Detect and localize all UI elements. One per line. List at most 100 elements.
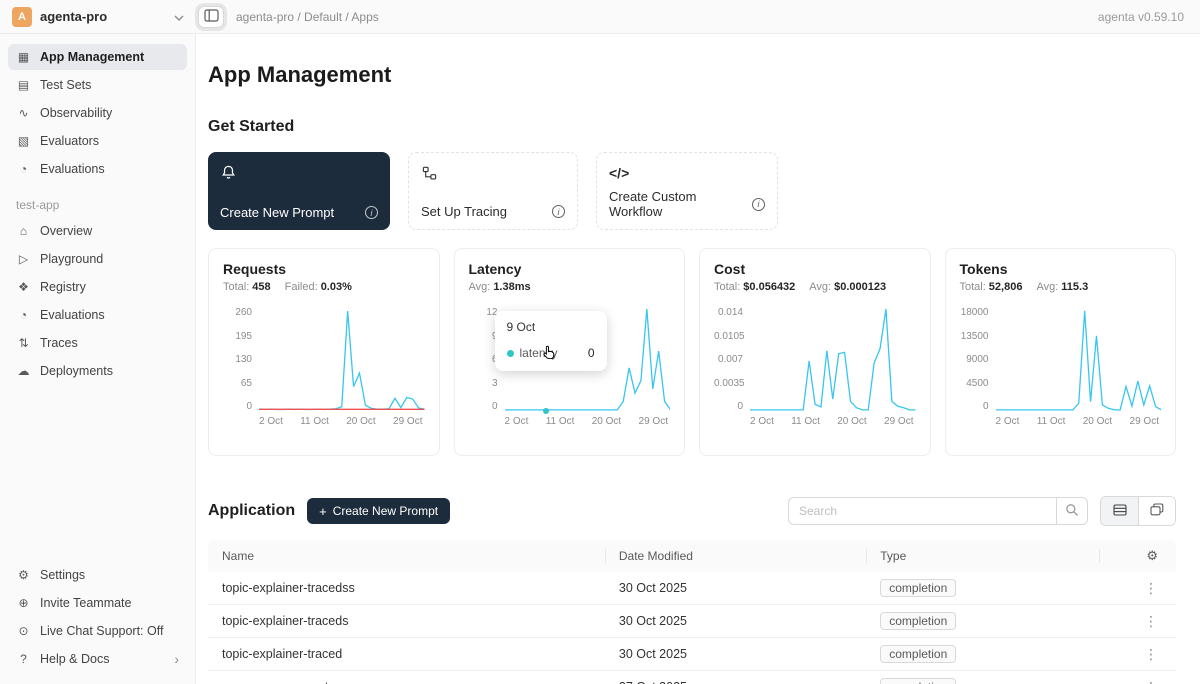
page-title: App Management xyxy=(208,62,1176,88)
observability-icon: ∿ xyxy=(16,106,31,120)
info-icon[interactable]: i xyxy=(752,198,765,211)
sidebar-item-label: Invite Teammate xyxy=(40,596,131,610)
application-section: Application + Create New Prompt xyxy=(208,496,1176,684)
sidebar-section-label: test-app xyxy=(16,198,179,212)
x-axis-labels: 2 Oct11 Oct20 Oct29 Oct xyxy=(505,416,669,427)
overview-icon: ⌂ xyxy=(16,224,31,238)
settings-icon: ⚙ xyxy=(16,568,31,582)
sidebar-item-live-chat-support-off[interactable]: ⊙Live Chat Support: Off xyxy=(8,618,187,644)
info-icon[interactable]: i xyxy=(552,205,565,218)
sidebar-item-settings[interactable]: ⚙ Settings xyxy=(8,562,187,588)
chart-plot xyxy=(259,307,425,412)
x-axis-labels: 2 Oct11 Oct20 Oct29 Oct xyxy=(996,416,1160,427)
table-header-row: NameDate ModifiedType ⚙ xyxy=(208,540,1176,572)
main-content: App Management Get Started Create New Pr… xyxy=(196,34,1200,684)
applications-table: NameDate ModifiedType ⚙ topic-explainer-tr… xyxy=(208,540,1176,684)
app-name[interactable]: topic-explainer-tracedss xyxy=(208,581,605,595)
traces-icon: ⇅ xyxy=(16,336,31,350)
table-view-icon xyxy=(1113,504,1127,519)
chevron-right-icon: › xyxy=(174,651,179,667)
table-view-button[interactable] xyxy=(1101,497,1138,525)
column-header-name[interactable]: Name xyxy=(208,540,605,572)
create-new-prompt-button[interactable]: + Create New Prompt xyxy=(307,498,450,524)
sidebar-item-app-management[interactable]: ▦App Management xyxy=(8,44,187,70)
bell-icon xyxy=(220,162,378,182)
table-row[interactable]: topic-explainer-traceds30 Oct 2025comple… xyxy=(208,605,1176,638)
row-actions-menu-icon[interactable]: ⋮ xyxy=(1144,580,1158,597)
sidebar-item-help-docs[interactable]: ?Help & Docs› xyxy=(8,646,187,672)
table-row[interactable]: topic-explainer-traced30 Oct 2025complet… xyxy=(208,638,1176,671)
create-custom-workflow-card[interactable]: </> Create Custom Workflow i xyxy=(596,152,778,230)
sidebar-item-registry[interactable]: ❖Registry xyxy=(8,274,187,300)
x-axis-labels: 2 Oct11 Oct20 Oct29 Oct xyxy=(259,416,423,427)
type-badge: completion xyxy=(880,612,956,630)
app-date-modified: 27 Oct 2025 xyxy=(605,680,866,684)
metric-card-requests: RequestsTotal:458Failed:0.03%26019513065… xyxy=(208,248,440,456)
sidebar-item-test-sets[interactable]: ▤Test Sets xyxy=(8,72,187,98)
sidebar-item-evaluations[interactable]: ◔Evaluations xyxy=(8,302,187,328)
playground-icon: ▷ xyxy=(16,252,31,266)
sidebar-item-observability[interactable]: ∿ Observability xyxy=(8,100,187,126)
column-header-date-modified[interactable]: Date Modified xyxy=(605,540,866,572)
type-badge: completion xyxy=(880,678,956,684)
app-date-modified: 30 Oct 2025 xyxy=(605,647,866,661)
sidebar-item-playground[interactable]: ▷Playground xyxy=(8,246,187,272)
type-badge: completion xyxy=(880,579,956,597)
search-icon xyxy=(1065,503,1079,520)
hovered-point-dot xyxy=(543,408,549,414)
metric-card-tokens: TokensTotal:52,806Avg:115.31800013500900… xyxy=(945,248,1177,456)
app-name[interactable]: topic-explainer-traced xyxy=(208,647,605,661)
row-actions-menu-icon[interactable]: ⋮ xyxy=(1144,613,1158,630)
card-label: Create New Prompt xyxy=(220,205,334,220)
y-axis-labels: 0.0140.01050.0070.00350 xyxy=(714,307,750,412)
chevron-down-icon[interactable] xyxy=(174,8,184,26)
card-view-button[interactable] xyxy=(1138,497,1175,525)
get-started-cards: Create New Prompt i Set Up Tracing i </>… xyxy=(208,152,1176,230)
sidebar-toggle-button[interactable] xyxy=(198,6,224,28)
sidebar-item-deployments[interactable]: ☁Deployments xyxy=(8,358,187,384)
metric-title: Requests xyxy=(223,261,425,277)
metric-cards-row: RequestsTotal:458Failed:0.03%26019513065… xyxy=(208,248,1176,456)
table-row[interactable]: topic-explainer-tracedss30 Oct 2025compl… xyxy=(208,572,1176,605)
app-name[interactable]: topic-explainer-traceds xyxy=(208,614,605,628)
app-name[interactable]: career-assessment xyxy=(208,680,605,684)
tooltip-date: 9 Oct xyxy=(507,320,595,334)
table-row[interactable]: career-assessment27 Oct 2025 completion ⋮ xyxy=(208,671,1176,684)
x-axis-labels: 2 Oct11 Oct20 Oct29 Oct xyxy=(750,416,914,427)
evaluators-icon: ▧ xyxy=(16,134,31,148)
workspace-name[interactable]: agenta-pro xyxy=(40,9,166,24)
view-toggle xyxy=(1100,496,1176,526)
top-bar: A agenta-pro agenta-pro / Default / Apps… xyxy=(0,0,1200,34)
search-button[interactable] xyxy=(1056,497,1088,525)
chart-plot xyxy=(996,307,1162,412)
row-actions-menu-icon[interactable]: ⋮ xyxy=(1144,679,1158,684)
search-bar xyxy=(788,497,1088,525)
application-heading: Application xyxy=(208,502,295,520)
sidebar-item-label: Traces xyxy=(40,336,78,350)
card-label: Create Custom Workflow xyxy=(609,189,752,219)
table-settings-gear-icon[interactable]: ⚙ xyxy=(1146,548,1158,564)
sidebar-item-label: App Management xyxy=(40,50,144,64)
sidebar-item-overview[interactable]: ⌂Overview xyxy=(8,218,187,244)
metric-title: Tokens xyxy=(960,261,1162,277)
create-new-prompt-card[interactable]: Create New Prompt i xyxy=(208,152,390,230)
metric-stats: Total:52,806Avg:115.3 xyxy=(960,281,1162,293)
row-actions-menu-icon[interactable]: ⋮ xyxy=(1144,646,1158,663)
search-input[interactable] xyxy=(788,497,1056,525)
set-up-tracing-card[interactable]: Set Up Tracing i xyxy=(408,152,578,230)
sidebar-item-label: Deployments xyxy=(40,364,113,378)
sidebar-item-evaluations[interactable]: ◔Evaluations xyxy=(8,156,187,182)
column-header-type[interactable]: Type xyxy=(866,540,1098,572)
invite-teammate-icon: ⊕ xyxy=(16,596,31,610)
workspace-selector[interactable]: A agenta-pro xyxy=(0,7,196,27)
sidebar-item-traces[interactable]: ⇅ Traces xyxy=(8,330,187,356)
metric-card-cost: CostTotal:$0.056432Avg:$0.0001230.0140.0… xyxy=(699,248,931,456)
sidebar-item-label: Observability xyxy=(40,106,112,120)
sidebar-item-label: Settings xyxy=(40,568,85,582)
get-started-heading: Get Started xyxy=(208,118,1176,136)
info-icon[interactable]: i xyxy=(365,206,378,219)
sidebar-item-evaluators[interactable]: ▧Evaluators xyxy=(8,128,187,154)
sidebar-item-invite-teammate[interactable]: ⊕ Invite Teammate xyxy=(8,590,187,616)
panel-left-icon xyxy=(204,9,219,25)
breadcrumb[interactable]: agenta-pro / Default / Apps xyxy=(236,10,1098,24)
